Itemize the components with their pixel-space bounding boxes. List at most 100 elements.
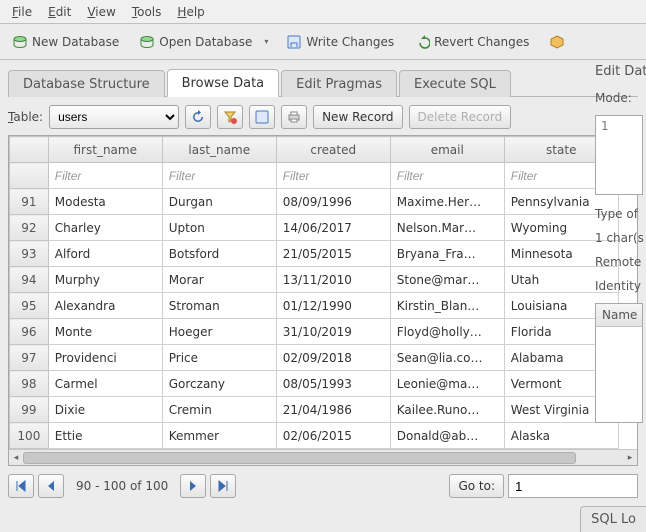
save-button[interactable]	[249, 105, 275, 129]
truncated-button[interactable]	[543, 30, 571, 54]
row-number[interactable]: 92	[10, 215, 49, 241]
cell-email[interactable]: Kirstin_Blan…	[390, 293, 504, 319]
cell-email[interactable]: Donald@ab…	[390, 423, 504, 449]
sql-log-tab[interactable]: SQL Lo	[580, 506, 646, 532]
col-last_name[interactable]: last_name	[162, 137, 276, 163]
cell-email[interactable]: Kailee.Runo…	[390, 397, 504, 423]
row-number[interactable]: 93	[10, 241, 49, 267]
dropdown-arrow-icon[interactable]: ▾	[260, 37, 272, 46]
table-row[interactable]: 92CharleyUpton14/06/2017Nelson.Mar…Wyomi…	[10, 215, 637, 241]
refresh-button[interactable]	[185, 105, 211, 129]
filter-last_name[interactable]	[163, 165, 276, 187]
cell-last_name[interactable]: Botsford	[162, 241, 276, 267]
cell-first_name[interactable]: Charley	[48, 215, 162, 241]
delete-record-button[interactable]: Delete Record	[409, 105, 512, 129]
cell-last_name[interactable]: Stroman	[162, 293, 276, 319]
new-record-button[interactable]: New Record	[313, 105, 402, 129]
cell-state[interactable]: Alaska	[504, 423, 618, 449]
cell-first_name[interactable]: Modesta	[48, 189, 162, 215]
cell-created[interactable]: 01/12/1990	[276, 293, 390, 319]
cell-created[interactable]: 08/05/1993	[276, 371, 390, 397]
cell-first_name[interactable]: Alexandra	[48, 293, 162, 319]
cell-email[interactable]: Leonie@ma…	[390, 371, 504, 397]
revert-changes-button[interactable]: Revert Changes	[408, 30, 535, 54]
cell-created[interactable]: 02/06/2015	[276, 423, 390, 449]
cell-first_name[interactable]: Carmel	[48, 371, 162, 397]
row-number[interactable]: 91	[10, 189, 49, 215]
filter-email[interactable]	[391, 165, 504, 187]
cell-last_name[interactable]: Hoeger	[162, 319, 276, 345]
cell-first_name[interactable]: Providenci	[48, 345, 162, 371]
cell-last_name[interactable]: Durgan	[162, 189, 276, 215]
print-button[interactable]	[281, 105, 307, 129]
menu-view[interactable]: View	[79, 3, 123, 21]
cell-email[interactable]: Floyd@holly…	[390, 319, 504, 345]
goto-button[interactable]: Go to:	[449, 474, 504, 498]
table-row[interactable]: 99DixieCremin21/04/1986Kailee.Runo…West …	[10, 397, 637, 423]
cell-created[interactable]: 14/06/2017	[276, 215, 390, 241]
menu-tools[interactable]: Tools	[124, 3, 170, 21]
table-row[interactable]: 91ModestaDurgan08/09/1996Maxime.Her…Penn…	[10, 189, 637, 215]
menu-file[interactable]: File	[4, 3, 40, 21]
horizontal-scrollbar[interactable]: ◂ ▸	[9, 449, 637, 465]
filter-first_name[interactable]	[49, 165, 162, 187]
table-row[interactable]: 97ProvidenciPrice02/09/2018Sean@lia.co…A…	[10, 345, 637, 371]
col-created[interactable]: created	[276, 137, 390, 163]
row-number[interactable]: 99	[10, 397, 49, 423]
row-number[interactable]: 95	[10, 293, 49, 319]
cell-email[interactable]: Stone@mar…	[390, 267, 504, 293]
table-row[interactable]: 96MonteHoeger31/10/2019Floyd@holly…Flori…	[10, 319, 637, 345]
cell-created[interactable]: 02/09/2018	[276, 345, 390, 371]
cell-last_name[interactable]: Gorczany	[162, 371, 276, 397]
col-email[interactable]: email	[390, 137, 504, 163]
tab-database-structure[interactable]: Database Structure	[8, 70, 165, 97]
table-row[interactable]: 95AlexandraStroman01/12/1990Kirstin_Blan…	[10, 293, 637, 319]
new-database-button[interactable]: New Database	[6, 30, 125, 54]
tab-browse-data[interactable]: Browse Data	[167, 69, 280, 97]
cell-last_name[interactable]: Cremin	[162, 397, 276, 423]
table-row[interactable]: 100EttieKemmer02/06/2015Donald@ab…Alaska	[10, 423, 637, 449]
cell-last_name[interactable]: Morar	[162, 267, 276, 293]
cell-first_name[interactable]: Alford	[48, 241, 162, 267]
cell-created[interactable]: 08/09/1996	[276, 189, 390, 215]
open-database-button[interactable]: Open Database	[133, 30, 258, 54]
cell-created[interactable]: 31/10/2019	[276, 319, 390, 345]
table-row[interactable]: 93AlfordBotsford21/05/2015Bryana_Fra…Min…	[10, 241, 637, 267]
table-row[interactable]: 98CarmelGorczany08/05/1993Leonie@ma…Verm…	[10, 371, 637, 397]
filter-created[interactable]	[277, 165, 390, 187]
cell-first_name[interactable]: Monte	[48, 319, 162, 345]
row-number[interactable]: 94	[10, 267, 49, 293]
cell-email[interactable]: Maxime.Her…	[390, 189, 504, 215]
table-row[interactable]: 94MurphyMorar13/11/2010Stone@mar…Utah	[10, 267, 637, 293]
cell-last_name[interactable]: Kemmer	[162, 423, 276, 449]
cell-text-preview[interactable]: 1	[595, 115, 643, 195]
cell-first_name[interactable]: Dixie	[48, 397, 162, 423]
cell-email[interactable]: Bryana_Fra…	[390, 241, 504, 267]
cell-created[interactable]: 21/05/2015	[276, 241, 390, 267]
cell-created[interactable]: 13/11/2010	[276, 267, 390, 293]
table-select[interactable]: users	[49, 105, 179, 129]
cell-last_name[interactable]: Upton	[162, 215, 276, 241]
write-changes-button[interactable]: Write Changes	[280, 30, 400, 54]
cell-first_name[interactable]: Ettie	[48, 423, 162, 449]
cell-created[interactable]: 21/04/1986	[276, 397, 390, 423]
pager-first-button[interactable]	[8, 474, 34, 498]
clear-filters-button[interactable]	[217, 105, 243, 129]
goto-input[interactable]	[508, 474, 638, 498]
identity-name-header[interactable]: Name	[596, 304, 642, 327]
menu-help[interactable]: Help	[169, 3, 212, 21]
tab-edit-pragmas[interactable]: Edit Pragmas	[281, 70, 397, 97]
cell-last_name[interactable]: Price	[162, 345, 276, 371]
row-number[interactable]: 96	[10, 319, 49, 345]
row-number[interactable]: 100	[10, 423, 49, 449]
row-number[interactable]: 98	[10, 371, 49, 397]
pager-next-button[interactable]	[180, 474, 206, 498]
menu-edit[interactable]: Edit	[40, 3, 79, 21]
cell-email[interactable]: Sean@lia.co…	[390, 345, 504, 371]
row-number[interactable]: 97	[10, 345, 49, 371]
cell-first_name[interactable]: Murphy	[48, 267, 162, 293]
tab-execute-sql[interactable]: Execute SQL	[399, 70, 511, 97]
pager-prev-button[interactable]	[38, 474, 64, 498]
corner-header[interactable]	[10, 137, 49, 163]
cell-email[interactable]: Nelson.Mar…	[390, 215, 504, 241]
